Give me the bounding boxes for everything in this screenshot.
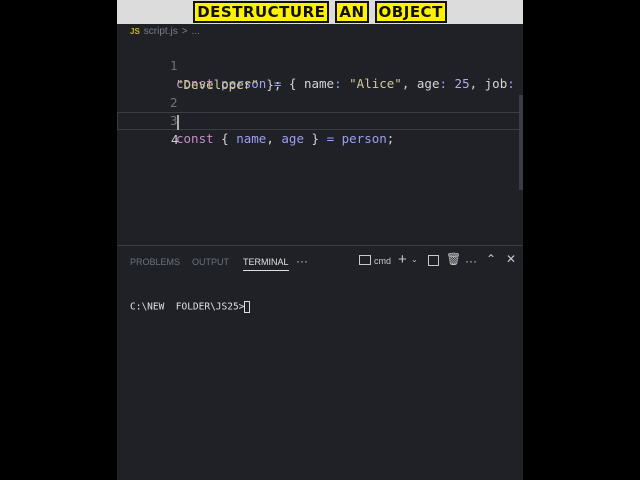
- trash-icon[interactable]: 🗑: [446, 252, 461, 266]
- terminal-icon: [359, 255, 371, 265]
- token: {: [213, 131, 229, 146]
- banner-word: AN: [335, 1, 369, 23]
- maximize-panel-chevron-up-icon[interactable]: ⌃: [486, 252, 496, 266]
- terminal-prompt: C:\NEW FOLDER\JS25>: [130, 301, 245, 313]
- more-tabs-icon[interactable]: ···: [296, 254, 308, 268]
- code-line: 3 const { name, age } = person;: [117, 94, 523, 146]
- token: person: [334, 131, 387, 146]
- shell-name[interactable]: cmd: [374, 256, 391, 266]
- banner-word: OBJECT: [374, 1, 447, 23]
- token: =: [319, 131, 335, 146]
- code-line: 2: [117, 76, 523, 110]
- vscode-window: DESTRUCTURE AN OBJECT JS script.js > ...…: [117, 0, 523, 480]
- code-line-current: 4: [117, 112, 523, 147]
- line-number: 4: [171, 132, 179, 147]
- breadcrumb[interactable]: JS script.js > ...: [130, 26, 200, 37]
- tab-output[interactable]: OUTPUT: [192, 257, 229, 267]
- tab-problems[interactable]: PROBLEMS: [130, 257, 180, 267]
- chevron-down-icon[interactable]: ⌄: [411, 255, 418, 264]
- title-banner: DESTRUCTURE AN OBJECT: [117, 0, 523, 24]
- tab-terminal[interactable]: TERMINAL: [243, 257, 289, 271]
- terminal-output[interactable]: C:\NEW FOLDER\JS25>: [130, 301, 251, 313]
- token: ,: [266, 131, 274, 146]
- code-line-wrapped: "Developer" };: [117, 58, 523, 92]
- more-actions-icon[interactable]: ···: [465, 254, 477, 268]
- js-file-icon: JS: [130, 27, 140, 36]
- code-line: 1 const person = { name: "Alice", age: 2…: [117, 39, 523, 91]
- banner-word: DESTRUCTURE: [193, 1, 330, 23]
- bottom-panel: PROBLEMS OUTPUT TERMINAL ··· cmd + ⌄ 🗑 ·…: [117, 245, 523, 480]
- split-terminal-icon[interactable]: [428, 255, 439, 266]
- token: name: [228, 131, 267, 146]
- token: }: [303, 131, 320, 146]
- editor-scrollbar[interactable]: [519, 95, 523, 190]
- token: ;: [386, 131, 395, 146]
- breadcrumb-more[interactable]: ...: [192, 26, 200, 37]
- token: const: [176, 131, 214, 146]
- token: age: [273, 131, 304, 146]
- breadcrumb-separator: >: [181, 26, 188, 37]
- breadcrumb-file[interactable]: script.js: [144, 26, 178, 37]
- new-terminal-plus-icon[interactable]: +: [398, 251, 407, 268]
- terminal-cursor: [244, 301, 251, 313]
- text-caret: [177, 115, 179, 130]
- close-panel-icon[interactable]: ✕: [506, 252, 516, 266]
